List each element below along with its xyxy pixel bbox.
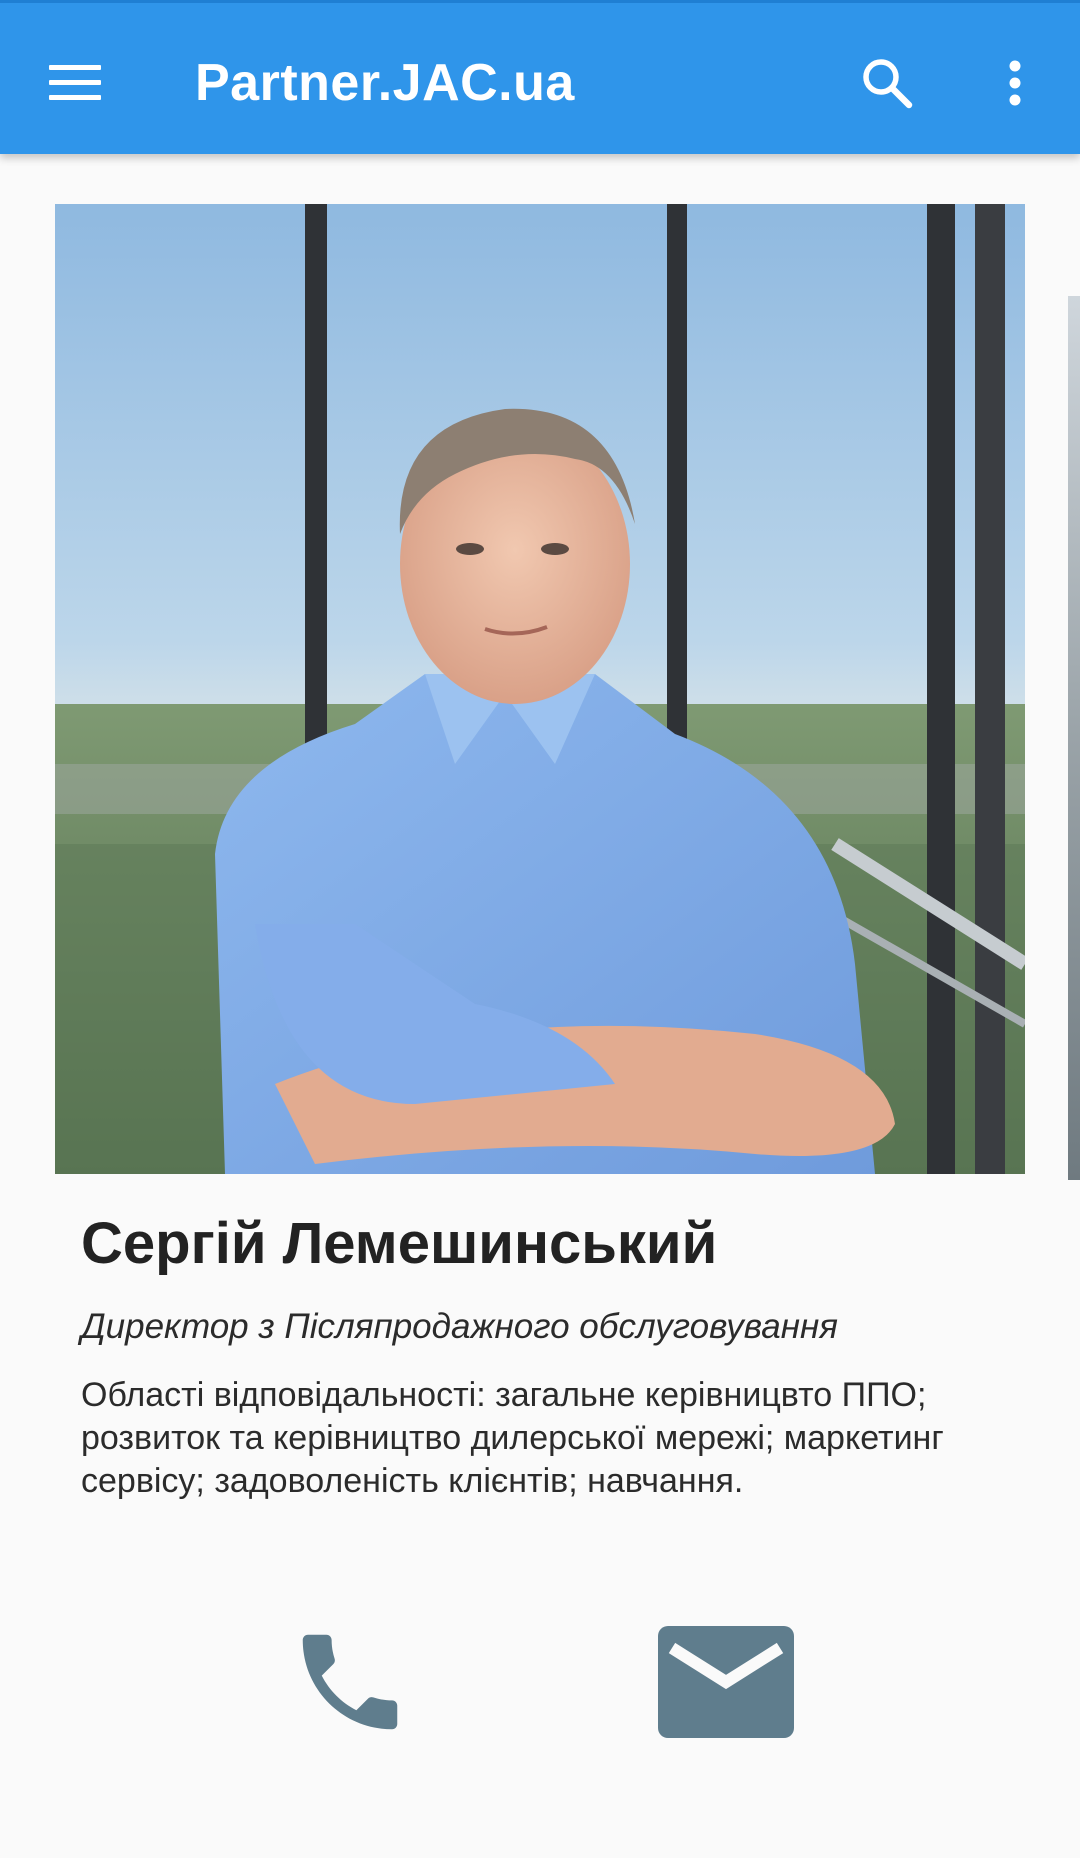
person-name: Сергій Лемешинський — [81, 1211, 718, 1276]
next-card-peek[interactable] — [1068, 296, 1080, 1180]
person-position: Директор з Післяпродажного обслуговуванн… — [81, 1307, 838, 1346]
more-options-button[interactable] — [980, 48, 1050, 118]
search-button[interactable] — [852, 48, 922, 118]
menu-icon — [49, 65, 101, 100]
app-bar: Partner.JAC.ua — [0, 0, 1080, 154]
email-icon — [658, 1626, 794, 1738]
contact-actions — [0, 1612, 1080, 1752]
call-button[interactable] — [280, 1612, 420, 1752]
search-icon — [863, 59, 913, 109]
app-title: Partner.JAC.ua — [195, 54, 575, 112]
profile-photo — [55, 204, 1025, 1174]
person-description: Області відповідальності: загальне керів… — [81, 1376, 944, 1500]
profile-card: Сергій Лемешинський Директор з Післяпрод… — [55, 204, 1025, 1804]
email-button[interactable] — [652, 1612, 800, 1752]
menu-button[interactable] — [40, 48, 110, 118]
more-vert-icon — [1009, 60, 1021, 106]
phone-icon — [302, 1634, 398, 1730]
